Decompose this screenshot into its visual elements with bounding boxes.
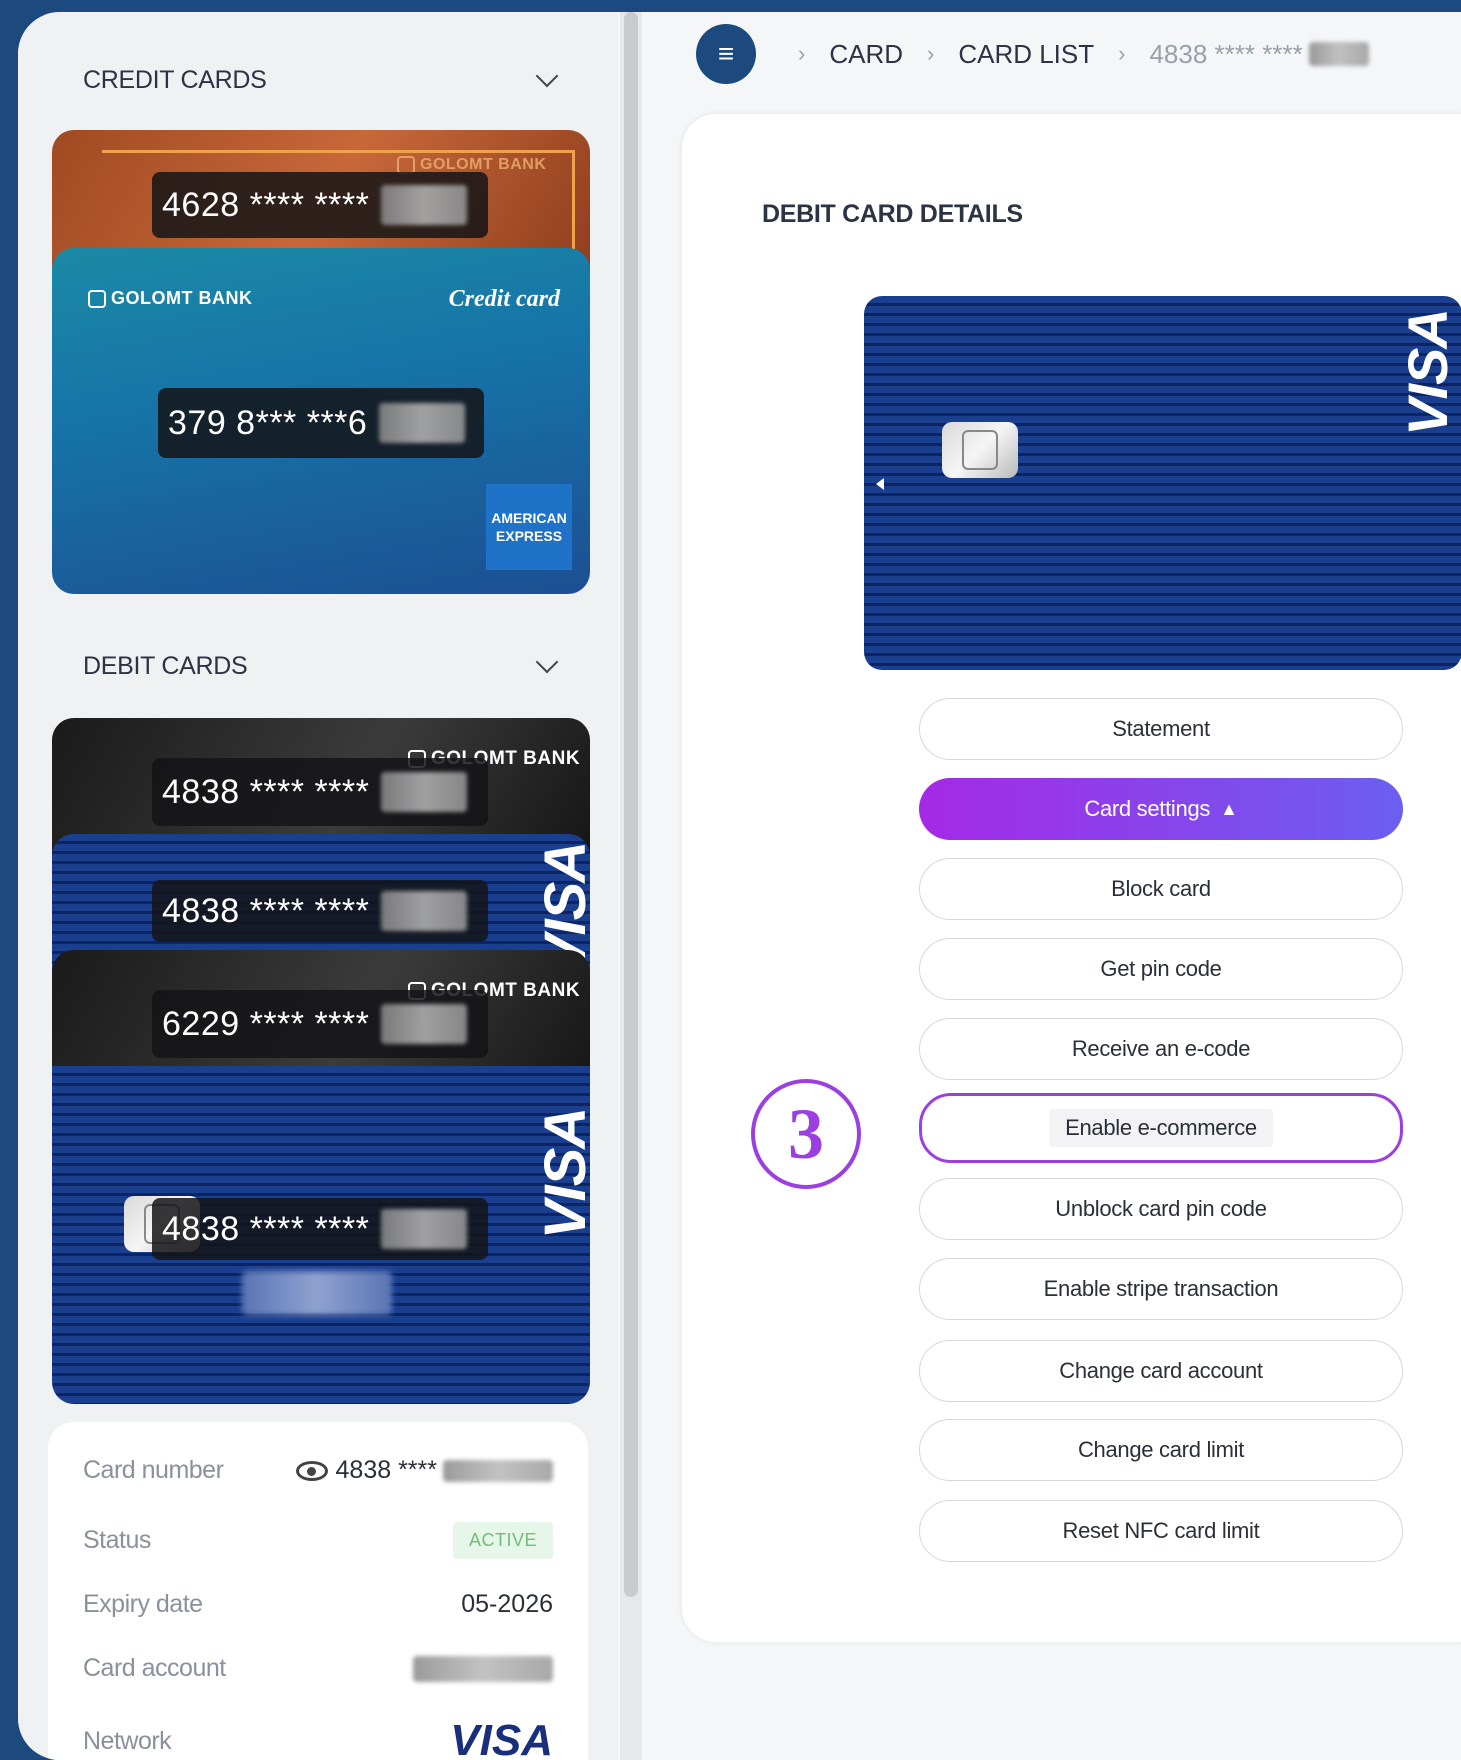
card-number-pill: 4838 **** **** [152, 758, 488, 826]
card-number: 4838 **** **** [162, 772, 370, 811]
masked-digits [381, 772, 468, 812]
step-number-badge: 3 [751, 1079, 861, 1189]
card-number: 6229 **** **** [162, 1004, 370, 1043]
change-card-limit-button[interactable]: Change card limit [919, 1419, 1403, 1481]
change-card-account-button[interactable]: Change card account [919, 1340, 1403, 1402]
card-number-pill: 379 8*** ***6 [158, 388, 484, 458]
selected-card-image: VISA [864, 296, 1461, 670]
breadcrumb: ≡ › CARD › CARD LIST › 4838 **** **** [696, 24, 1369, 84]
detail-expiry: Expiry date 05-2026 [83, 1590, 553, 1619]
get-pin-code-button[interactable]: Get pin code [919, 938, 1403, 1000]
breadcrumb-card[interactable]: CARD [829, 39, 903, 70]
chevron-down-icon[interactable] [535, 64, 559, 88]
bank-logo-icon [88, 289, 106, 308]
card-sidebar: CREDIT CARDS GOLOMT BANK 4628 **** **** … [18, 12, 618, 1760]
detail-label: Status [83, 1526, 151, 1554]
card-number: 4838 **** **** [162, 891, 370, 930]
scrollbar-thumb[interactable] [624, 12, 638, 1597]
masked-digits [1308, 42, 1369, 66]
detail-card-number: Card number 4838 **** [83, 1456, 553, 1485]
receive-e-code-button[interactable]: Receive an e-code [919, 1018, 1403, 1080]
detail-label: Card account [83, 1654, 226, 1682]
detail-label: Network [83, 1726, 172, 1755]
amex-logo: AMERICAN EXPRESS [486, 484, 572, 570]
bank-logo: GOLOMT BANK [88, 288, 252, 309]
masked-digits [379, 403, 466, 443]
masked-digits [381, 891, 468, 931]
sidebar-scrollbar[interactable] [620, 12, 642, 1760]
status-badge: ACTIVE [452, 1522, 553, 1559]
amex-logo-line1: AMERICAN [491, 510, 567, 526]
masked-name [242, 1271, 392, 1315]
card-settings-button[interactable]: Card settings ▲ [919, 778, 1403, 840]
credit-card-item[interactable]: GOLOMT BANK Credit card 379 8*** ***6 AM… [52, 248, 590, 594]
chevron-right-icon: › [1118, 41, 1126, 66]
menu-toggle-button[interactable]: ≡ [696, 24, 756, 84]
card-details-main: DEBIT CARD DETAILS VISA Statement Card s… [682, 114, 1461, 1642]
card-number-pill: 6229 **** **** [152, 990, 488, 1058]
debit-cards-title: DEBIT CARDS [83, 651, 248, 680]
breadcrumb-card-list[interactable]: CARD LIST [958, 39, 1094, 70]
unblock-pin-button[interactable]: Unblock card pin code [919, 1178, 1403, 1240]
detail-network: Network VISA [83, 1716, 553, 1760]
card-number-pill: 4838 **** **** [152, 880, 488, 942]
chevron-right-icon: › [927, 41, 935, 66]
detail-label: Expiry date [83, 1590, 203, 1618]
debit-cards-header[interactable]: DEBIT CARDS [83, 646, 563, 686]
reset-nfc-limit-button[interactable]: Reset NFC card limit [919, 1500, 1403, 1562]
enable-stripe-transaction-button[interactable]: Enable stripe transaction [919, 1258, 1403, 1320]
card-number: 379 8*** ***6 [168, 403, 368, 442]
detail-value: 05-2026 [461, 1590, 553, 1618]
masked-digits [381, 185, 468, 225]
detail-account: Card account [83, 1654, 553, 1683]
masked-digits [443, 1460, 553, 1483]
visa-logo: VISA [450, 1716, 553, 1760]
enable-e-commerce-label: Enable e-commerce [1049, 1109, 1273, 1147]
card-chip-icon [942, 422, 1018, 478]
masked-account [413, 1655, 553, 1682]
credit-cards-header[interactable]: CREDIT CARDS [83, 60, 563, 100]
card-type-label: Credit card [448, 286, 560, 312]
card-number: 4838 **** **** [162, 1209, 370, 1248]
detail-status: Status ACTIVE [83, 1522, 553, 1559]
card-number-pill: 4628 **** **** [152, 172, 488, 238]
enable-e-commerce-button[interactable]: Enable e-commerce [919, 1093, 1403, 1163]
credit-cards-title: CREDIT CARDS [83, 65, 267, 94]
card-number-pill: 4838 **** **** [152, 1198, 488, 1260]
contactless-indicator-icon [876, 478, 884, 490]
debit-card-item-selected[interactable]: VISA 4838 **** **** [52, 1066, 590, 1404]
page-title: DEBIT CARD DETAILS [762, 200, 1023, 228]
card-number: 4628 **** **** [162, 185, 370, 224]
card-settings-label: Card settings [1084, 796, 1211, 821]
bank-name: GOLOMT BANK [111, 288, 253, 308]
visa-logo: VISA [533, 1107, 590, 1240]
card-details-panel: Card number 4838 **** Status ACTIVE Expi… [48, 1422, 588, 1760]
menu-collapse-icon: ≡ [717, 38, 735, 69]
masked-digits [381, 1004, 468, 1044]
card-number-masked: 4838 **** [335, 1456, 437, 1484]
statement-button[interactable]: Statement [919, 698, 1403, 760]
breadcrumb-current-card: 4838 **** **** [1149, 38, 1303, 69]
eye-icon[interactable] [295, 1461, 328, 1482]
chevron-down-icon[interactable] [535, 650, 559, 674]
amex-logo-line2: EXPRESS [495, 528, 563, 544]
chevron-up-icon: ▲ [1220, 798, 1238, 819]
detail-value: 4838 **** [295, 1456, 553, 1485]
detail-label: Card number [83, 1456, 224, 1484]
visa-logo: VISA [1395, 309, 1459, 436]
chevron-right-icon: › [798, 41, 806, 66]
masked-digits [381, 1209, 468, 1249]
block-card-button[interactable]: Block card [919, 858, 1403, 920]
